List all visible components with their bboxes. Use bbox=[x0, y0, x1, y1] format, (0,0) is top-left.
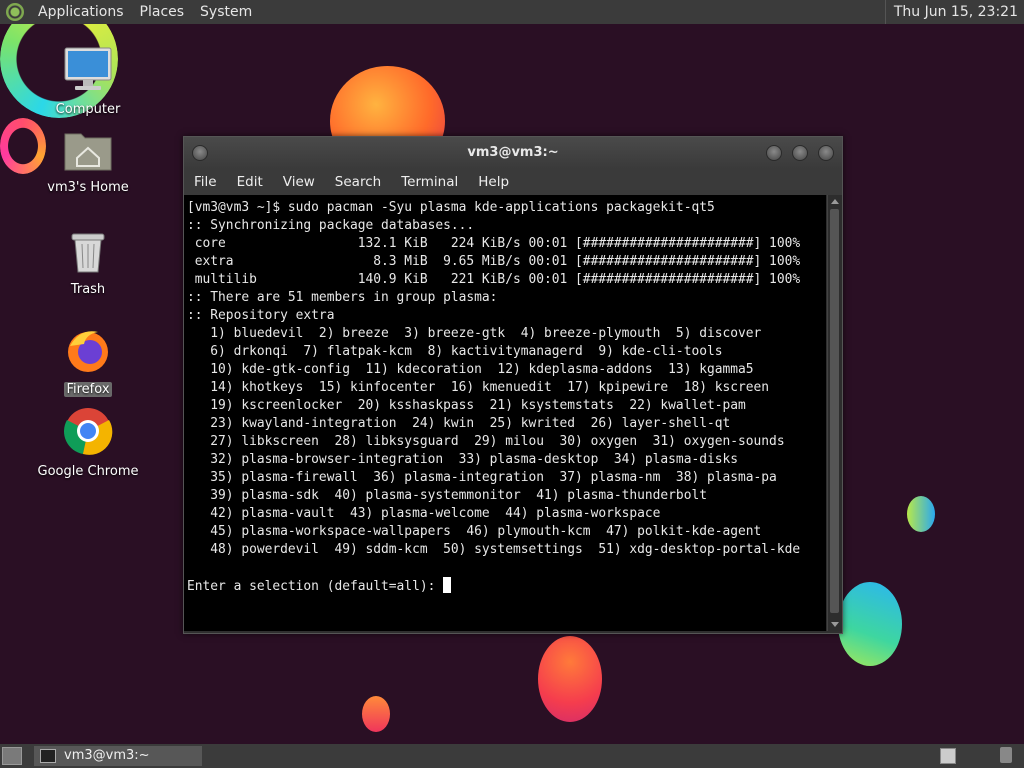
minimize-button[interactable] bbox=[766, 145, 782, 161]
desktop-icon-firefox[interactable]: Firefox bbox=[33, 326, 143, 397]
wallpaper-blue-blob bbox=[838, 582, 902, 666]
menu-edit[interactable]: Edit bbox=[227, 174, 273, 190]
workspace-switcher[interactable] bbox=[940, 748, 956, 764]
terminal-output[interactable]: [vm3@vm3 ~]$ sudo pacman -Syu plasma kde… bbox=[184, 195, 826, 631]
firefox-icon bbox=[68, 331, 108, 372]
top-panel: Applications Places System Thu Jun 15, 2… bbox=[0, 0, 1024, 24]
menu-help[interactable]: Help bbox=[468, 174, 519, 190]
terminal-line: 10) kde-gtk-config 11) kdecoration 12) k… bbox=[210, 362, 754, 377]
trash-icon bbox=[71, 233, 105, 273]
wallpaper-small-blob bbox=[362, 696, 390, 732]
terminal-line: 32) plasma-browser-integration 33) plasm… bbox=[210, 452, 739, 467]
desktop-icon-home[interactable]: vm3's Home bbox=[33, 128, 143, 195]
panel-trash-icon[interactable] bbox=[1000, 747, 1012, 763]
wallpaper-red-blob bbox=[538, 636, 602, 722]
maximize-button[interactable] bbox=[792, 145, 808, 161]
terminal-line: 39) plasma-sdk 40) plasma-systemmonitor … bbox=[210, 488, 707, 503]
terminal-line: 48) powerdevil 49) sddm-kcm 50) systemse… bbox=[210, 542, 801, 557]
terminal-line: [vm3@vm3 ~]$ sudo pacman -Syu plasma kde… bbox=[187, 200, 715, 215]
terminal-scrollbar[interactable] bbox=[827, 195, 842, 631]
home-folder-icon bbox=[64, 133, 112, 171]
terminal-line: 23) kwayland-integration 24) kwin 25) kw… bbox=[210, 416, 731, 431]
terminal-line: 19) kscreenlocker 20) ksshaskpass 21) ks… bbox=[210, 398, 746, 413]
menu-places[interactable]: Places bbox=[132, 0, 193, 24]
terminal-icon bbox=[40, 749, 56, 763]
terminal-line: 42) plasma-vault 43) plasma-welcome 44) … bbox=[210, 506, 661, 521]
terminal-line: core 132.1 KiB 224 KiB/s 00:01 [########… bbox=[194, 236, 801, 251]
terminal-cursor bbox=[443, 577, 452, 593]
terminal-menubar: File Edit View Search Terminal Help bbox=[184, 169, 842, 195]
menu-system[interactable]: System bbox=[192, 0, 260, 24]
bottom-panel: vm3@vm3:~ bbox=[0, 744, 1024, 768]
terminal-line: :: Synchronizing package databases... bbox=[187, 218, 475, 233]
terminal-line: 45) plasma-workspace-wallpapers 46) plym… bbox=[210, 524, 762, 539]
wallpaper-blue-small-blob bbox=[907, 496, 935, 532]
distro-logo-icon[interactable] bbox=[6, 3, 24, 21]
terminal-line: 14) khotkeys 15) kinfocenter 16) kmenued… bbox=[210, 380, 770, 395]
taskbar-item-label: vm3@vm3:~ bbox=[64, 748, 150, 763]
desktop-icon-label: Google Chrome bbox=[37, 464, 139, 479]
computer-icon bbox=[64, 47, 112, 90]
terminal-line: :: There are 51 members in group plasma: bbox=[187, 290, 498, 305]
close-button[interactable] bbox=[818, 145, 834, 161]
desktop-icon-label: Firefox bbox=[64, 382, 112, 397]
menu-file[interactable]: File bbox=[184, 174, 227, 190]
terminal-line: :: Repository extra bbox=[187, 308, 335, 323]
terminal-line: 35) plasma-firewall 36) plasma-integrati… bbox=[210, 470, 777, 485]
menu-terminal[interactable]: Terminal bbox=[391, 174, 468, 190]
desktop-icon-computer[interactable]: Computer bbox=[33, 46, 143, 117]
terminal-prompt: Enter a selection (default=all): bbox=[187, 579, 444, 594]
terminal-line: 1) bluedevil 2) breeze 3) breeze-gtk 4) … bbox=[210, 326, 762, 341]
terminal-line: 27) libkscreen 28) libksysguard 29) milo… bbox=[210, 434, 785, 449]
desktop-icon-label: vm3's Home bbox=[47, 180, 129, 195]
terminal-text[interactable]: [vm3@vm3 ~]$ sudo pacman -Syu plasma kde… bbox=[184, 195, 826, 596]
menu-applications[interactable]: Applications bbox=[30, 0, 132, 24]
clock[interactable]: Thu Jun 15, 23:21 bbox=[884, 0, 1018, 24]
window-titlebar[interactable]: vm3@vm3:~ bbox=[184, 137, 842, 169]
show-desktop-icon[interactable] bbox=[2, 747, 22, 765]
terminal-line: extra 8.3 MiB 9.65 MiB/s 00:01 [########… bbox=[194, 254, 801, 269]
terminal-window[interactable]: vm3@vm3:~ File Edit View Search Terminal… bbox=[183, 136, 843, 634]
desktop-icon-label: Computer bbox=[55, 102, 121, 117]
desktop-icon-label: Trash bbox=[70, 282, 106, 297]
terminal-line: 6) drkonqi 7) flatpak-kcm 8) kactivityma… bbox=[210, 344, 723, 359]
scroll-down-arrow-icon[interactable] bbox=[831, 622, 839, 627]
desktop-icon-trash[interactable]: Trash bbox=[33, 228, 143, 297]
desktop-icon-chrome[interactable]: Google Chrome bbox=[33, 406, 143, 479]
window-title: vm3@vm3:~ bbox=[467, 145, 559, 160]
scrollbar-thumb[interactable] bbox=[830, 209, 839, 613]
terminal-line: multilib 140.9 KiB 221 KiB/s 00:01 [####… bbox=[194, 272, 801, 287]
chrome-icon bbox=[64, 408, 113, 455]
menu-search[interactable]: Search bbox=[325, 174, 391, 190]
taskbar-item-terminal[interactable]: vm3@vm3:~ bbox=[34, 746, 202, 766]
scroll-up-arrow-icon[interactable] bbox=[831, 199, 839, 204]
window-menu-button[interactable] bbox=[192, 145, 208, 161]
menu-view[interactable]: View bbox=[273, 174, 325, 190]
